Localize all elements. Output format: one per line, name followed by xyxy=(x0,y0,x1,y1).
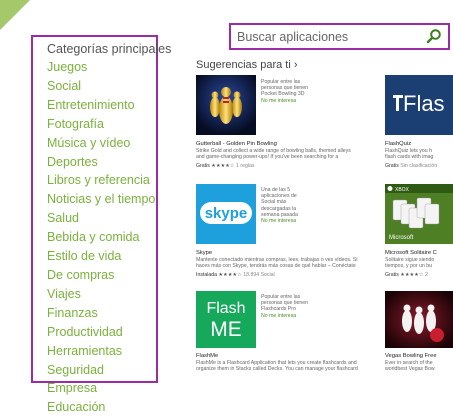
category-sidebar: Categorías principales Juegos Social Ent… xyxy=(31,35,172,414)
category-productividad[interactable]: Productividad xyxy=(47,323,156,342)
app-tile-gutterball[interactable] xyxy=(196,75,256,135)
app-desc-gutterball: Strike Gold and collect a wide range of … xyxy=(196,148,351,161)
reason-gutterball: Popular entre las personas que tienen Po… xyxy=(261,79,321,104)
category-deportes[interactable]: Deportes xyxy=(47,153,156,172)
app-title-vegas-bowling[interactable]: Vegas Bowling Free xyxy=(385,353,453,359)
reason-skype: Una de las 5 aplicaciones de Social más … xyxy=(261,187,321,224)
category-viajes[interactable]: Viajes xyxy=(47,285,156,304)
flashme-tile-line2: ME xyxy=(210,318,242,341)
rating-stars: ★★★★☆ xyxy=(400,272,424,278)
app-title-solitaire[interactable]: Microsoft Solitaire C xyxy=(385,250,453,256)
search-icon[interactable] xyxy=(426,28,442,44)
app-meta-skype: Instalada ★★★★☆ 18.894 Social xyxy=(196,272,275,278)
app-meta-gutterball: Gratis ★★★★☆ 1 reglas xyxy=(196,163,255,169)
app-tile-skype[interactable]: skype xyxy=(196,184,256,244)
app-desc-flashme: FlashMe is a Flashcard Application that … xyxy=(196,360,358,373)
category-bebida-comida[interactable]: Bebida y comida xyxy=(47,228,156,247)
not-interested-link[interactable]: No me interesa xyxy=(261,98,321,104)
category-estilo-vida[interactable]: Estilo de vida xyxy=(47,247,156,266)
chevron-right-icon: › xyxy=(293,59,298,71)
suggestions-heading[interactable]: Sugerencias para ti › xyxy=(196,59,298,71)
solitaire-cards-icon: XBOX Microsoft xyxy=(385,184,453,244)
skype-logo-icon: skype xyxy=(196,184,256,244)
flashquiz-tile-text: Flas xyxy=(403,91,445,116)
corner-accent xyxy=(0,0,30,30)
category-herramientas[interactable]: Herramientas xyxy=(47,342,156,361)
app-title-skype[interactable]: Skype xyxy=(196,250,212,256)
app-desc-vegas-bowling: Ever in search of the worldbest Vegas Bo… xyxy=(385,360,435,373)
not-interested-link[interactable]: No me interesa xyxy=(261,218,321,224)
flashquiz-logo-icon xyxy=(393,95,403,111)
app-desc-skype: Mantente conectado mientras compras, lee… xyxy=(196,257,358,270)
app-meta-flashquiz: Gratis Sin clasificación xyxy=(385,163,438,169)
app-tile-flashquiz[interactable]: Flas xyxy=(385,75,453,135)
reason-flashme: Popular entre las personas que tienen Fl… xyxy=(261,294,321,319)
app-tile-flashme[interactable]: Flash ME xyxy=(196,291,256,348)
svg-text:Microsoft: Microsoft xyxy=(389,235,414,241)
category-juegos[interactable]: Juegos xyxy=(47,58,156,77)
app-desc-flashquiz: FlashQuiz lets you h flash cards with im… xyxy=(385,148,434,161)
app-title-flashme[interactable]: FlashMe xyxy=(196,353,218,359)
bowling-pin-icon xyxy=(196,75,256,135)
category-entretenimiento[interactable]: Entretenimiento xyxy=(47,96,156,115)
category-salud[interactable]: Salud xyxy=(47,209,156,228)
category-compras[interactable]: De compras xyxy=(47,266,156,285)
rating-stars: ★★★★☆ xyxy=(211,163,235,169)
xbox-badge: XBOX xyxy=(395,187,410,193)
app-tile-vegas-bowling[interactable] xyxy=(385,291,453,348)
category-libros[interactable]: Libros y referencia xyxy=(47,171,156,190)
search-box[interactable] xyxy=(229,23,450,50)
app-tile-solitaire[interactable]: XBOX Microsoft xyxy=(385,184,453,244)
not-interested-link[interactable]: No me interesa xyxy=(261,313,321,319)
app-meta-solitaire: Gratis ★★★★☆ 2 xyxy=(385,272,428,278)
app-desc-solitaire: Solitaire sigue siendo tiempos, y por un… xyxy=(385,257,435,270)
app-title-gutterball[interactable]: Gutterball - Golden Pin Bowling xyxy=(196,141,277,147)
categories-heading: Categorías principales xyxy=(47,42,172,56)
category-list: Juegos Social Entretenimiento Fotografía… xyxy=(47,58,156,417)
category-empresa[interactable]: Empresa xyxy=(47,379,156,398)
category-social[interactable]: Social xyxy=(47,77,156,96)
category-finanzas[interactable]: Finanzas xyxy=(47,304,156,323)
search-input[interactable] xyxy=(237,28,422,46)
rating-stars: ★★★★☆ xyxy=(218,272,242,278)
bowling-pins-icon xyxy=(385,291,453,348)
category-fotografia[interactable]: Fotografía xyxy=(47,115,156,134)
category-musica-video[interactable]: Música y vídeo xyxy=(47,134,156,153)
app-title-flashquiz[interactable]: FlashQuiz xyxy=(385,141,411,147)
svg-text:skype: skype xyxy=(205,205,248,222)
category-noticias[interactable]: Noticias y el tiempo xyxy=(47,190,156,209)
category-educacion[interactable]: Educación xyxy=(47,398,156,417)
flashme-tile-line1: Flash xyxy=(206,300,246,317)
